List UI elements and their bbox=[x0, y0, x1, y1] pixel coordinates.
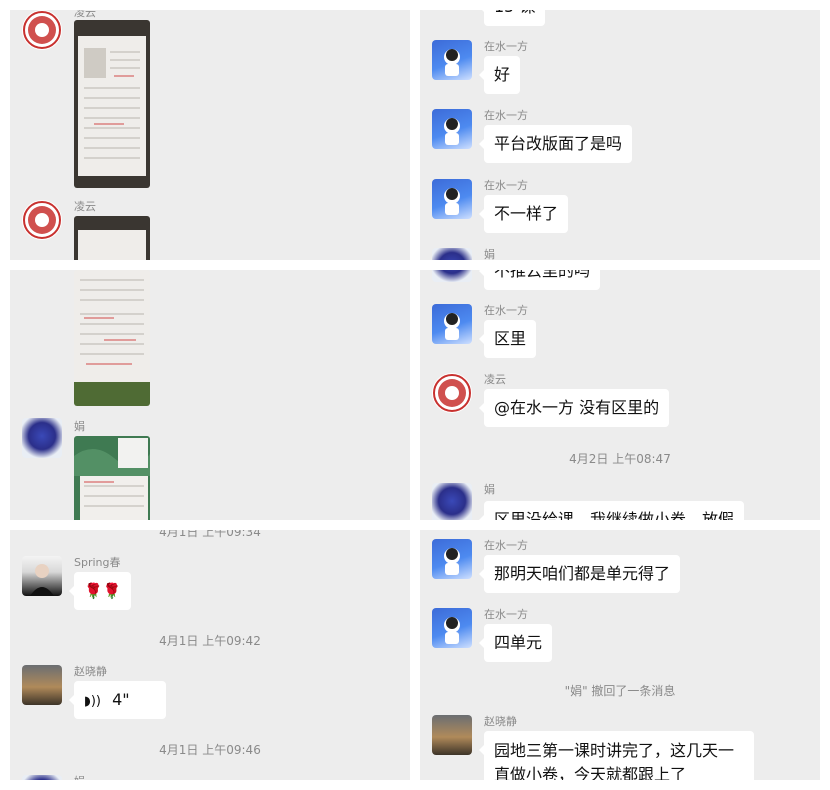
message-bubble[interactable]: 平台改版面了是吗 bbox=[478, 125, 633, 163]
sender-name: 在水一方 bbox=[484, 179, 528, 192]
message-bubble[interactable]: 不一样了 bbox=[478, 195, 569, 233]
avatar-zaishuiyifang[interactable] bbox=[432, 109, 472, 149]
sender-name: 在水一方 bbox=[484, 40, 528, 53]
message-bubble[interactable]: 区里 bbox=[478, 320, 537, 358]
image-message-worksheet[interactable] bbox=[74, 436, 150, 520]
avatar-juan[interactable] bbox=[432, 270, 472, 282]
avatar-juan[interactable] bbox=[432, 483, 472, 520]
sender-name: 在水一方 bbox=[484, 304, 528, 317]
chat-panel-4: 不推云里的吗 在水一方 区里 凌云 @在水一方 没有区里的 4月2日 上午08:… bbox=[420, 270, 820, 520]
timestamp: 4月1日 上午09:46 bbox=[159, 743, 261, 757]
avatar-juan[interactable] bbox=[22, 418, 62, 458]
sender-name: 娟 bbox=[484, 248, 495, 260]
message-bubble[interactable]: 不推云里的吗 bbox=[478, 270, 601, 290]
timestamp: 4月1日 上午09:34 bbox=[159, 530, 261, 539]
sender-name: Spring春 bbox=[74, 556, 121, 569]
sender-name: 凌云 bbox=[74, 10, 96, 19]
message-bubble[interactable]: 那明天咱们都是单元得了 bbox=[478, 555, 681, 593]
voice-wave-icon: ◗)) bbox=[84, 694, 101, 709]
avatar-zhaoxiaojing[interactable] bbox=[432, 715, 472, 755]
image-message-partial[interactable] bbox=[74, 216, 150, 260]
voice-duration: 4" bbox=[112, 690, 130, 709]
avatar-lingyun[interactable] bbox=[432, 373, 472, 413]
message-bubble[interactable]: 四单元 bbox=[478, 624, 553, 662]
avatar-lingyun[interactable] bbox=[22, 10, 62, 50]
avatar-zaishuiyifang[interactable] bbox=[432, 40, 472, 80]
message-bubble[interactable]: @在水一方 没有区里的 bbox=[478, 389, 670, 427]
avatar-lingyun[interactable] bbox=[22, 200, 62, 240]
chat-panel-2: 15 课 在水一方 好 在水一方 平台改版面了是吗 在水一方 不一样了 娟 bbox=[420, 10, 820, 260]
sender-name: 凌云 bbox=[74, 200, 96, 213]
avatar-zaishuiyifang[interactable] bbox=[432, 304, 472, 344]
avatar-zaishuiyifang[interactable] bbox=[432, 539, 472, 579]
message-bubble[interactable]: 区里没给课，我继续做小卷，放假 bbox=[478, 501, 745, 520]
sender-name: 在水一方 bbox=[484, 608, 528, 621]
sender-name: 在水一方 bbox=[484, 109, 528, 122]
sender-name: 娟 bbox=[74, 420, 85, 433]
chat-panel-3: 娟 bbox=[10, 270, 410, 520]
image-message-workbook-page[interactable] bbox=[74, 270, 150, 406]
avatar-zaishuiyifang[interactable] bbox=[432, 608, 472, 648]
timestamp: 4月2日 上午08:47 bbox=[569, 452, 671, 466]
sender-name: 凌云 bbox=[484, 373, 506, 386]
avatar-spring[interactable] bbox=[22, 556, 62, 596]
message-bubble[interactable]: 好 bbox=[478, 56, 521, 94]
sender-name: 赵晓静 bbox=[74, 665, 107, 678]
sender-name: 娟 bbox=[74, 773, 85, 780]
image-message-workbook[interactable] bbox=[74, 20, 150, 188]
timestamp: 4月1日 上午09:42 bbox=[159, 634, 261, 648]
sender-name: 赵晓静 bbox=[484, 715, 517, 728]
chat-panel-5: 4月1日 上午09:34 Spring春 🌹🌹 4月1日 上午09:42 赵晓静… bbox=[10, 530, 410, 780]
avatar-zaishuiyifang[interactable] bbox=[432, 179, 472, 219]
sender-name: 娟 bbox=[484, 483, 495, 496]
sender-name: 在水一方 bbox=[484, 539, 528, 552]
voice-message-bubble[interactable]: ◗)) 4" bbox=[69, 681, 166, 719]
recall-notice: "娟" 撤回了一条消息 bbox=[564, 684, 676, 698]
avatar-juan[interactable] bbox=[22, 775, 62, 780]
message-bubble-emoji[interactable]: 🌹🌹 bbox=[68, 572, 132, 610]
chat-panel-1: 凌云 凌云 bbox=[10, 10, 410, 260]
avatar-juan[interactable] bbox=[432, 248, 472, 260]
chat-panel-6: 在水一方 那明天咱们都是单元得了 在水一方 四单元 "娟" 撤回了一条消息 赵晓… bbox=[420, 530, 820, 780]
avatar-zhaoxiaojing[interactable] bbox=[22, 665, 62, 705]
message-bubble[interactable]: 15 课 bbox=[478, 10, 546, 26]
message-bubble[interactable]: 园地三第一课时讲完了，这几天一直做小卷，今天就都跟上了 bbox=[479, 731, 754, 780]
